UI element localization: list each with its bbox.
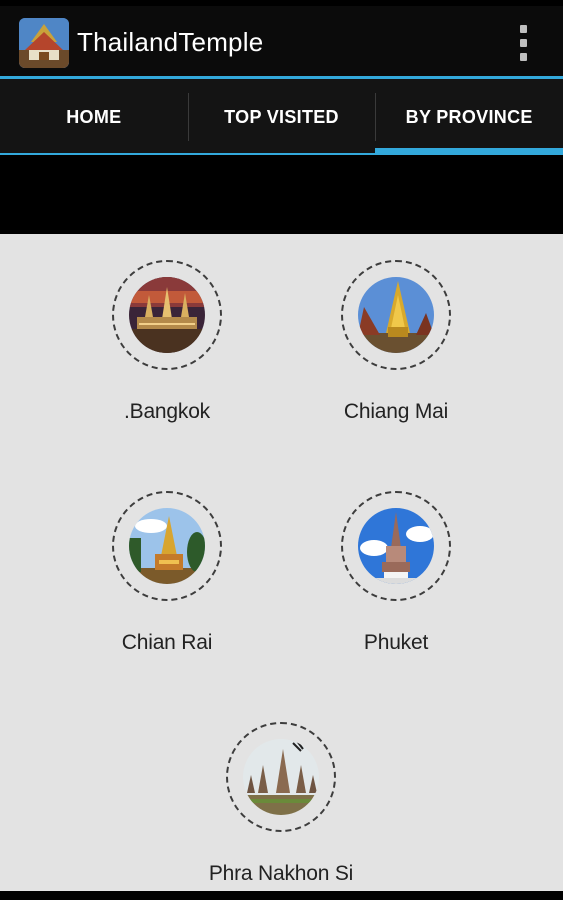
tab-home[interactable]: HOME <box>0 79 188 155</box>
header-spacer <box>0 155 563 234</box>
menu-dot <box>519 39 527 47</box>
tab-active-indicator <box>375 148 563 155</box>
province-ring <box>341 491 451 601</box>
menu-dot <box>519 53 527 61</box>
province-ring <box>112 260 222 370</box>
phuket-temple-photo <box>358 508 434 584</box>
province-ring <box>226 722 336 832</box>
province-label: Chiang Mai <box>343 400 449 423</box>
action-bar: ThailandTemple <box>0 6 563 76</box>
chiang-mai-temple-photo <box>358 277 434 353</box>
province-label: Phuket <box>363 631 429 654</box>
tab-label: HOME <box>66 106 122 127</box>
province-label: Phra Nakhon Si <box>208 862 354 885</box>
province-item-bangkok[interactable]: .Bangkok <box>67 260 267 424</box>
province-label: Chian Rai <box>121 631 213 654</box>
overflow-menu-icon[interactable] <box>513 25 533 61</box>
province-label: .Bangkok <box>124 400 210 423</box>
province-ring <box>112 491 222 601</box>
menu-dot <box>519 25 527 33</box>
temple-app-icon[interactable] <box>19 18 69 68</box>
tab-label: TOP VISITED <box>224 106 339 127</box>
app-title: ThailandTemple <box>77 27 264 57</box>
province-grid: .Bangkok Chiang Mai Chian Rai Phuket Phr… <box>0 234 563 891</box>
province-item-phra-nakhon-si[interactable]: Phra Nakhon Si <box>181 722 381 886</box>
province-ring <box>341 260 451 370</box>
chiang-rai-temple-photo <box>129 508 205 584</box>
tab-by-province[interactable]: BY PROVINCE <box>375 79 563 155</box>
phra-nakhon-si-temple-photo <box>243 739 319 815</box>
bangkok-temple-photo <box>129 277 205 353</box>
tab-label: BY PROVINCE <box>405 106 533 127</box>
bottom-strip <box>0 891 563 900</box>
tab-bar: HOME TOP VISITED BY PROVINCE <box>0 79 563 155</box>
province-item-chian-rai[interactable]: Chian Rai <box>67 491 267 655</box>
tab-top-visited[interactable]: TOP VISITED <box>187 79 376 155</box>
province-item-chiang-mai[interactable]: Chiang Mai <box>296 260 496 424</box>
province-item-phuket[interactable]: Phuket <box>296 491 496 655</box>
